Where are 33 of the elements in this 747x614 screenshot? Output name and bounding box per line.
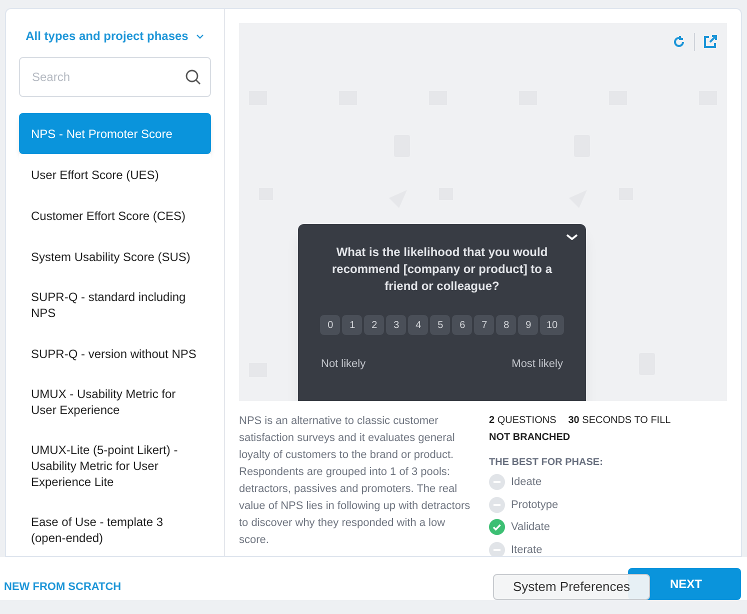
scale-option[interactable]: 9 bbox=[518, 315, 538, 335]
caret-icon bbox=[196, 34, 204, 38]
phase-label: Prototype bbox=[511, 498, 558, 512]
scale-low-label: Not likely bbox=[321, 357, 366, 372]
phase-label: Iterate bbox=[511, 542, 542, 556]
collapse-icon[interactable] bbox=[566, 234, 578, 240]
scale-high-label: Most likely bbox=[512, 357, 563, 372]
scale-option[interactable]: 5 bbox=[430, 315, 450, 335]
template-stat: 2 QUESTIONS bbox=[489, 414, 556, 428]
template-description: NPS is an alternative to classic customer satisfaction surveys and it evaluates general loyalty of customers to the brand or product. Respondents are grouped into 1 of 3 pools: detractors, passives and promoters. The real value of NPS lies in following up with detractors to discover why they responded with a low score. bbox=[239, 414, 472, 548]
phases-heading: THE BEST FOR PHASE: bbox=[489, 456, 604, 470]
refresh-icon[interactable] bbox=[672, 35, 686, 49]
template-item[interactable]: NPS - Net Promoter Score bbox=[19, 113, 211, 154]
survey-question: What is the likelihood that you would recommend [company or product] to a friend or colleague? bbox=[330, 244, 554, 295]
scale-option[interactable]: 10 bbox=[540, 315, 564, 335]
phase-label: Ideate bbox=[511, 475, 542, 490]
scale-option[interactable]: 3 bbox=[386, 315, 406, 335]
phase-label: Validate bbox=[511, 520, 550, 535]
scale-option[interactable]: 6 bbox=[452, 315, 472, 335]
scale-option[interactable]: 0 bbox=[320, 315, 340, 335]
scale-option[interactable]: 8 bbox=[496, 315, 516, 335]
scale-option[interactable]: 7 bbox=[474, 315, 494, 335]
template-stat: 30 SECONDS TO FILL bbox=[568, 414, 671, 428]
filter-dropdown[interactable]: All types and project phases bbox=[26, 27, 204, 45]
branching-status: NOT BRANCHED bbox=[489, 431, 572, 445]
search-field[interactable]: Search bbox=[19, 57, 211, 97]
new-from-scratch-link[interactable]: NEW FROM SCRATCH bbox=[4, 579, 122, 596]
scale-option[interactable]: 4 bbox=[408, 315, 428, 335]
tooltip: System Preferences bbox=[493, 574, 650, 600]
search-icon[interactable] bbox=[185, 69, 201, 85]
scale-option[interactable]: 2 bbox=[364, 315, 384, 335]
scale-option[interactable]: 1 bbox=[342, 315, 362, 335]
external-link-icon[interactable] bbox=[703, 35, 717, 49]
